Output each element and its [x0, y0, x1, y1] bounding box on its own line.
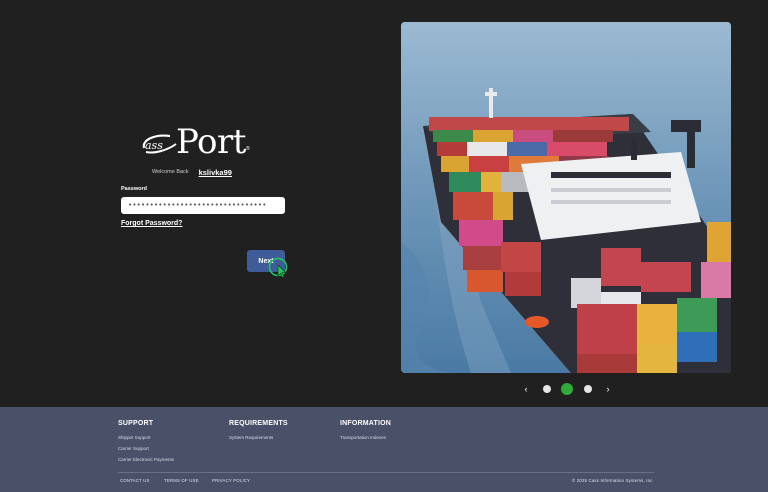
- logo-wordmark: Port: [176, 122, 246, 162]
- cass-logo-mark: ass: [142, 134, 177, 154]
- privacy-policy-link[interactable]: PRIVACY POLICY: [212, 478, 250, 483]
- hero-image-container-ship: [401, 22, 731, 373]
- welcome-label: Welcome Back: [152, 169, 189, 175]
- svg-text:ass: ass: [145, 139, 163, 152]
- footer: SUPPORT Shipper Support Carrier Support …: [0, 407, 768, 492]
- login-page: ass Port ® Welcome Back kslivka99 Passwo…: [0, 0, 768, 407]
- copyright-text: © 2025 Cass Information Systems, Inc: [572, 478, 653, 483]
- carrier-electronic-payments-link[interactable]: Carrier Electronic Payments: [118, 457, 174, 462]
- carrier-support-link[interactable]: Carrier Support: [118, 446, 174, 451]
- footer-requirements-column: REQUIREMENTS System Requirements: [229, 420, 288, 446]
- shipper-support-link[interactable]: Shipper Support: [118, 435, 174, 440]
- password-label: Password: [121, 186, 147, 192]
- contact-us-link[interactable]: CONTACT US: [120, 478, 150, 483]
- footer-requirements-title: REQUIREMENTS: [229, 420, 288, 427]
- carousel-dot-3[interactable]: [584, 385, 592, 393]
- footer-support-column: SUPPORT Shipper Support Carrier Support …: [118, 420, 174, 468]
- username-link[interactable]: kslivka99: [199, 168, 232, 177]
- cassport-logo: ass Port ®: [140, 124, 252, 160]
- terms-of-use-link[interactable]: TERMS OF USE: [164, 478, 199, 483]
- container-ship-illustration: [401, 22, 731, 373]
- footer-information-title: INFORMATION: [340, 420, 392, 427]
- carousel-controls: ‹ ›: [520, 382, 616, 397]
- carousel-dot-2-active[interactable]: [561, 383, 573, 395]
- forgot-password-link[interactable]: Forgot Password?: [121, 220, 182, 227]
- chevron-right-icon[interactable]: ›: [602, 382, 614, 397]
- password-field[interactable]: ••••••••••••••••••••••••••••••••: [121, 197, 285, 214]
- footer-information-column: INFORMATION Transportation Indexes: [340, 420, 391, 446]
- trademark-symbol: ®: [246, 146, 250, 152]
- chevron-left-icon[interactable]: ‹: [520, 382, 532, 397]
- system-requirements-link[interactable]: System Requirements: [229, 435, 288, 440]
- footer-support-title: SUPPORT: [118, 420, 154, 427]
- footer-divider: [118, 472, 654, 473]
- pointer-cursor-icon: [268, 257, 288, 278]
- carousel-dot-1[interactable]: [543, 385, 551, 393]
- welcome-row: Welcome Back kslivka99: [152, 166, 232, 178]
- transportation-indexes-link[interactable]: Transportation Indexes: [340, 435, 391, 440]
